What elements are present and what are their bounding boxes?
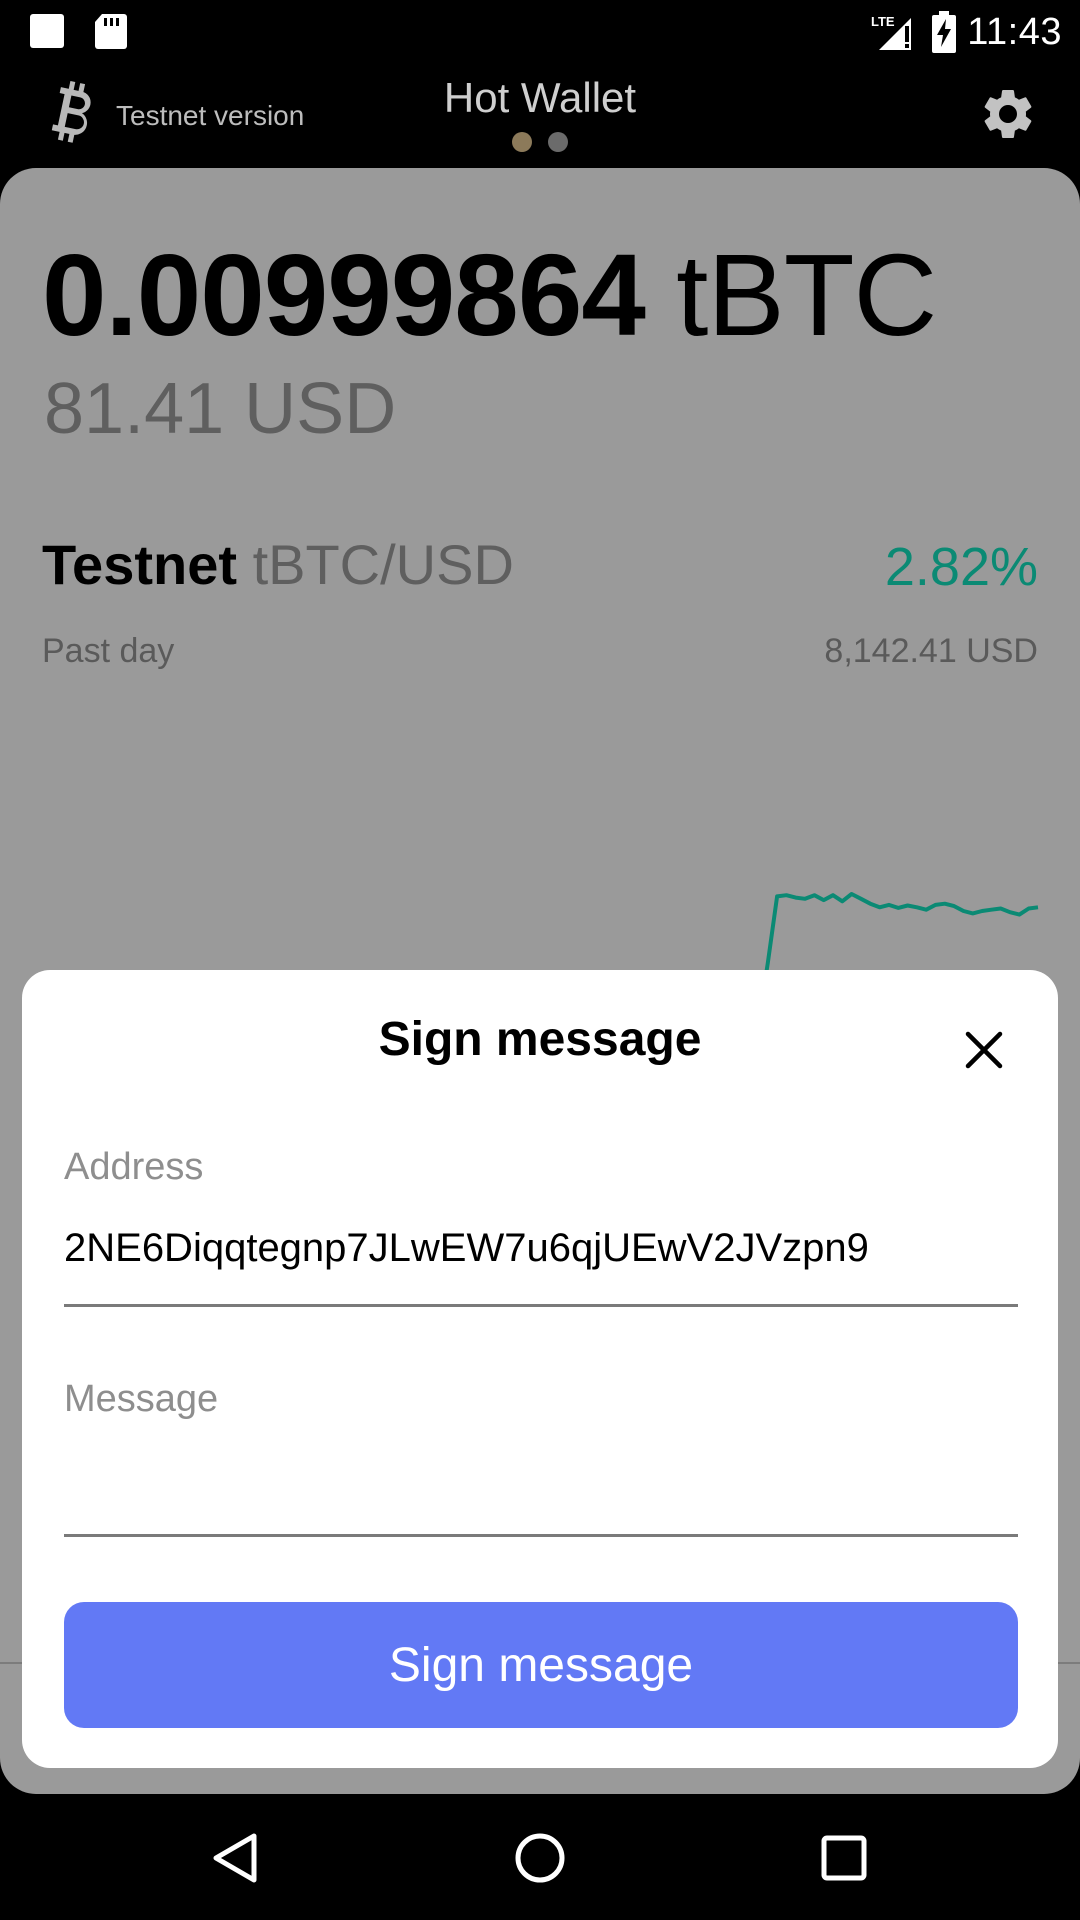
balance-amount: 0.00999864 <box>42 230 646 360</box>
price-pair: Testnet tBTC/USD <box>42 532 514 597</box>
home-circle-icon[interactable] <box>512 1830 568 1886</box>
current-price: 8,142.41 USD <box>824 632 1038 670</box>
notification-square-icon <box>30 14 64 48</box>
gear-icon[interactable] <box>978 84 1038 144</box>
message-underline <box>64 1534 1018 1537</box>
clock: 11:43 <box>967 10 1062 53</box>
recents-square-icon[interactable] <box>816 1830 872 1886</box>
sign-message-button[interactable]: Sign message <box>64 1602 1018 1728</box>
pair-network: Testnet <box>42 533 237 596</box>
navigation-bar <box>0 1794 1080 1920</box>
page-indicator[interactable] <box>0 132 1080 152</box>
wallet-title: Hot Wallet <box>443 74 637 121</box>
close-icon[interactable] <box>962 1028 1006 1072</box>
message-field[interactable] <box>64 1456 1018 1506</box>
status-bar: LTE 11:43 <box>0 0 1080 64</box>
price-change: 2.82% <box>884 537 1038 597</box>
dialog-title: Sign message <box>378 1013 702 1066</box>
battery-charging-icon <box>932 11 957 53</box>
signal-icon: LTE <box>871 14 912 50</box>
address-label: Address <box>64 1146 204 1188</box>
sd-card-icon <box>95 14 127 49</box>
balance-unit: tBTC <box>676 230 937 360</box>
address-field[interactable]: 2NE6Diqqtegnp7JLwEW7u6qjUEwV2JVzpn9 <box>64 1226 869 1271</box>
page-dot[interactable] <box>548 132 568 152</box>
page-dot-active[interactable] <box>512 132 532 152</box>
back-triangle-icon[interactable] <box>208 1830 264 1886</box>
network-type-label: LTE <box>871 14 895 29</box>
sign-message-dialog: Sign message Address 2NE6Diqqtegnp7JLwEW… <box>22 970 1058 1768</box>
pair-name: tBTC/USD <box>252 533 514 596</box>
fiat-balance: 81.41 USD <box>44 369 397 449</box>
app-header: Testnet version Hot Wallet <box>0 64 1080 168</box>
chart-period: Past day <box>42 632 175 670</box>
address-underline <box>64 1304 1018 1307</box>
balance: 0.00999864 tBTC <box>42 228 937 362</box>
message-label: Message <box>64 1378 219 1420</box>
